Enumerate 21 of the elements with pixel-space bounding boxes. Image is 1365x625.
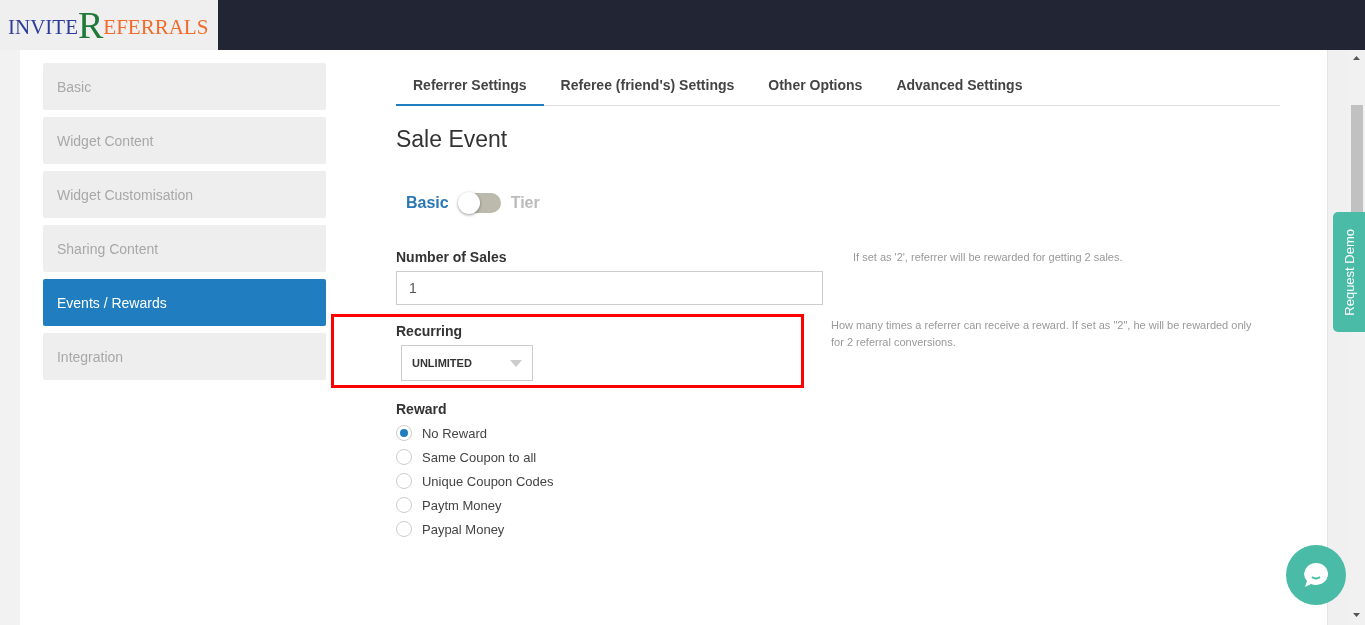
switch-label: Tier [510, 194, 540, 212]
switch-label: Basic [406, 194, 449, 212]
input-field[interactable]: 1 [396, 271, 823, 305]
tab[interactable]: Other Options [751, 70, 880, 106]
sidebar-item[interactable]: Events / Rewards [43, 279, 326, 326]
help-text: If set as '2', referrer will be rewarded for getting 2 sales. [853, 250, 1124, 265]
tab[interactable]: Referee (friend's) Settings [543, 70, 752, 106]
radio-option[interactable]: No Reward [396, 425, 487, 441]
logo: INVITEREFERRALS [0, 0, 218, 50]
section-title: Sale Event [396, 126, 508, 153]
dropdown[interactable]: UNLIMITED [401, 345, 533, 381]
field-label: Reward [396, 401, 447, 417]
help-text: How many times a referrer can receive a reward. If set as "2", he will be rewarded only for 2 referral conversions. [831, 318, 1253, 350]
radio-option[interactable]: Paytm Money [396, 497, 502, 513]
field-label: Recurring [396, 323, 463, 339]
field-label: Number of Sales [396, 249, 507, 265]
radio-option[interactable]: Same Coupon to all [396, 449, 537, 465]
radio-option[interactable]: Paypal Money [396, 521, 505, 537]
tab[interactable]: Referrer Settings [396, 70, 544, 106]
tab[interactable]: Advanced Settings [879, 70, 1040, 106]
radio-option[interactable]: Unique Coupon Codes [396, 473, 554, 489]
